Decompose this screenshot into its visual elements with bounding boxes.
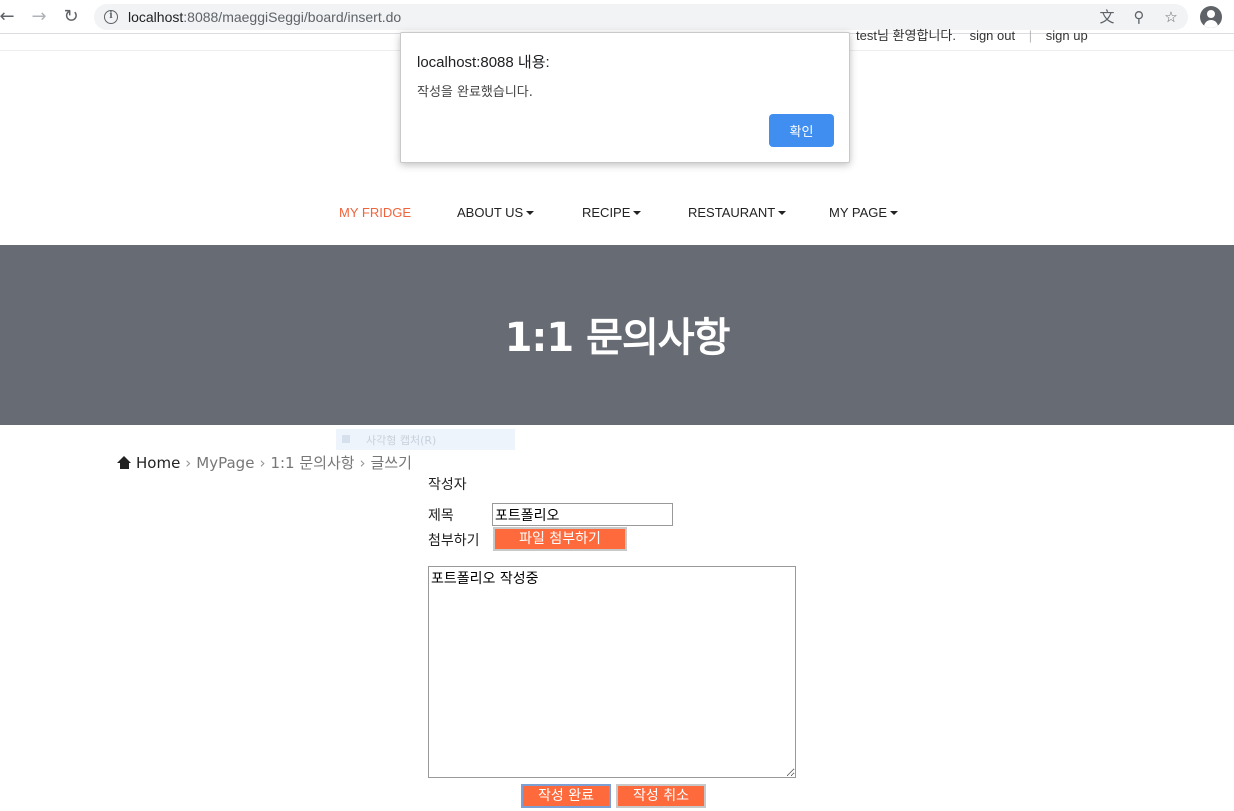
alert-dialog: localhost:8088 내용: 작성을 완료했습니다. 확인: [400, 32, 850, 163]
cancel-button[interactable]: 작성 취소: [616, 784, 706, 808]
top-user-links: test님 환영합니다. sign out | sign up: [856, 25, 1098, 44]
welcome-text: test님 환영합니다.: [856, 28, 956, 43]
dialog-ok-button[interactable]: 확인: [769, 114, 834, 147]
sign-out-link[interactable]: sign out: [970, 28, 1016, 43]
sign-up-link[interactable]: sign up: [1046, 28, 1088, 43]
submit-button[interactable]: 작성 완료: [521, 784, 611, 808]
page-title: 1:1 문의사항: [504, 315, 731, 361]
home-icon: [117, 456, 132, 469]
attach-label: 첨부하기: [428, 533, 480, 549]
nav-label: RESTAURANT: [688, 205, 776, 220]
content-textarea[interactable]: 포트폴리오 작성중: [428, 566, 796, 778]
dialog-message: 작성을 완료했습니다.: [417, 85, 533, 100]
nav-label: RECIPE: [582, 205, 631, 220]
breadcrumb-separator: ›: [359, 454, 366, 472]
writer-label: 작성자: [428, 477, 467, 493]
star-icon[interactable]: ☆: [1162, 8, 1180, 26]
url-path: :8088/maeggiSeggi/board/insert.do: [183, 9, 402, 25]
capture-label: 사각형 캡처(R): [366, 434, 437, 447]
nav-my-fridge[interactable]: MY FRIDGE: [339, 205, 411, 220]
hero-banner: 1:1 문의사항: [0, 245, 1234, 425]
nav-label: MY FRIDGE: [339, 205, 411, 220]
attach-file-button[interactable]: 파일 첨부하기: [493, 527, 627, 551]
profile-icon[interactable]: [1200, 6, 1222, 28]
translate-icon[interactable]: 文: [1098, 8, 1116, 26]
breadcrumb-separator: ›: [185, 454, 192, 472]
capture-icon: [342, 435, 350, 443]
main-nav: MY FRIDGE ABOUT US RECIPE RESTAURANT MY …: [0, 205, 1234, 221]
reload-icon[interactable]: ↻: [60, 6, 82, 28]
caret-down-icon: [633, 210, 642, 215]
url-text[interactable]: localhost:8088/maeggiSeggi/board/insert.…: [128, 9, 401, 25]
nav-restaurant[interactable]: RESTAURANT: [688, 205, 787, 220]
title-input[interactable]: [492, 503, 673, 526]
caret-down-icon: [526, 210, 535, 215]
nav-label: MY PAGE: [829, 205, 888, 220]
info-icon[interactable]: i: [104, 10, 118, 24]
breadcrumb-separator: ›: [259, 454, 266, 472]
caret-down-icon: [778, 210, 787, 215]
dialog-title: localhost:8088 내용:: [417, 54, 550, 71]
breadcrumb: Home › MyPage › 1:1 문의사항 › 글쓰기: [117, 452, 412, 473]
nav-label: ABOUT US: [457, 205, 524, 220]
url-host: localhost: [128, 9, 184, 25]
capture-tooltip: 사각형 캡처(R): [336, 429, 515, 450]
title-label: 제목: [428, 508, 454, 524]
forward-icon[interactable]: →: [28, 6, 50, 28]
breadcrumb-inquiry[interactable]: 1:1 문의사항: [270, 454, 354, 472]
breadcrumb-write: 글쓰기: [370, 454, 412, 472]
nav-my-page[interactable]: MY PAGE: [829, 205, 899, 220]
breadcrumb-home[interactable]: Home: [136, 454, 180, 472]
caret-down-icon: [890, 210, 899, 215]
breadcrumb-mypage[interactable]: MyPage: [196, 454, 254, 472]
nav-recipe[interactable]: RECIPE: [582, 205, 642, 220]
zoom-icon[interactable]: ⚲: [1130, 8, 1148, 26]
nav-about-us[interactable]: ABOUT US: [457, 205, 535, 220]
link-separator: |: [1028, 28, 1033, 43]
back-icon[interactable]: ←: [0, 6, 18, 28]
